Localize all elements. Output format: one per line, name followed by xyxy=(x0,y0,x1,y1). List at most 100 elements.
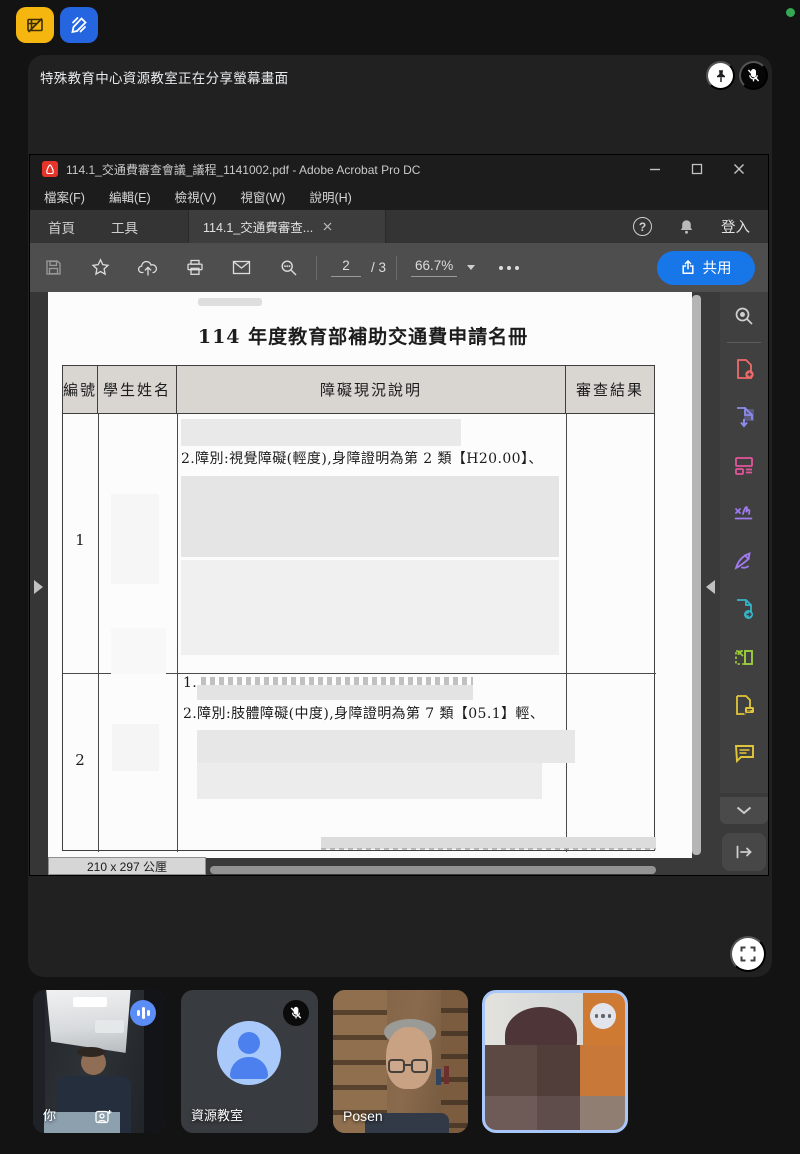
crop-pages-icon[interactable] xyxy=(720,633,768,681)
vertical-scrollbar[interactable] xyxy=(692,295,701,855)
print-icon[interactable] xyxy=(171,243,218,292)
tab-bar: 首頁 工具 114.1_交通費審查... ? 登入 xyxy=(30,210,768,243)
participant-name: 你 xyxy=(43,1105,56,1124)
meet-screen: 特殊教育中心資源教室正在分享螢幕畫面 114.1_交通費審查會議_議程_1141… xyxy=(0,0,800,1154)
screen-share-banner: 特殊教育中心資源教室正在分享螢幕畫面 xyxy=(40,67,288,87)
panel-divider xyxy=(727,342,761,343)
redacted-text xyxy=(111,628,166,674)
maximize-button[interactable] xyxy=(676,156,718,182)
fill-sign-icon[interactable] xyxy=(720,489,768,537)
screen-share-panel: 特殊教育中心資源教室正在分享螢幕畫面 114.1_交通費審查會議_議程_1141… xyxy=(28,55,772,977)
draw-pen-icon[interactable] xyxy=(720,537,768,585)
menu-edit[interactable]: 編輯(E) xyxy=(109,187,151,206)
redacted-text xyxy=(197,730,575,763)
tab-document-label: 114.1_交通費審查... xyxy=(203,217,313,236)
sign-in-button[interactable]: 登入 xyxy=(721,216,750,237)
row2-line1-prefix: 1. xyxy=(183,675,197,691)
collapse-right-panel-icon[interactable] xyxy=(706,580,715,594)
fullscreen-icon xyxy=(740,946,756,962)
col-header-no: 編號 xyxy=(63,366,98,413)
close-button[interactable] xyxy=(718,156,760,182)
col-header-result: 審查結果 xyxy=(566,366,654,413)
row2-number: 2 xyxy=(67,751,93,769)
toolbar-divider xyxy=(316,256,317,280)
page-number-input[interactable]: 2 xyxy=(331,258,361,277)
tab-document[interactable]: 114.1_交通費審查... xyxy=(188,210,386,243)
acrobat-app-icon xyxy=(42,161,58,177)
save-icon[interactable] xyxy=(30,243,77,292)
page-total-label: / 3 xyxy=(371,260,386,275)
row1-number: 1 xyxy=(67,531,93,549)
expand-tools-pane-button[interactable] xyxy=(722,833,766,871)
tab-tools[interactable]: 工具 xyxy=(93,210,156,243)
row1-disability-line: 2.障別:視覺障礙(輕度),身障證明為第 2 類【H20.00】、 xyxy=(181,448,543,468)
document-area: 114 年度教育部補助交通費申請名冊 編號 學生姓名 障礙現況說明 審查結果 xyxy=(30,292,768,875)
window-titlebar[interactable]: 114.1_交通費審查會議_議程_1141002.pdf - Adobe Acr… xyxy=(30,155,768,183)
right-tools-panel xyxy=(720,292,768,793)
annotate-pen-button[interactable] xyxy=(60,7,98,43)
minimize-button[interactable] xyxy=(634,156,676,182)
share-label: 共用 xyxy=(703,257,732,278)
tile-more-options-button[interactable] xyxy=(590,1003,616,1029)
zoom-control[interactable]: 66.7% xyxy=(411,258,475,277)
tab-home[interactable]: 首頁 xyxy=(30,210,93,243)
tab-close-icon[interactable] xyxy=(323,222,332,231)
window-title: 114.1_交通費審查會議_議程_1141002.pdf - Adobe Acr… xyxy=(66,161,420,178)
participant-tile-you[interactable]: 你 xyxy=(33,990,165,1133)
pdf-table: 編號 學生姓名 障礙現況說明 審查結果 1 xyxy=(62,365,655,851)
col-header-desc: 障礙現況說明 xyxy=(177,366,566,413)
page-size-status: 210 x 297 公厘 xyxy=(48,857,206,875)
pdf-doc-title: 114 年度教育部補助交通費申請名冊 xyxy=(48,322,678,349)
redacted-text xyxy=(111,494,159,584)
participant-tile-active-speaker[interactable] xyxy=(482,990,628,1133)
menu-window[interactable]: 視窗(W) xyxy=(240,187,285,206)
avatar xyxy=(217,1021,281,1085)
chevron-down-icon[interactable] xyxy=(467,265,475,270)
participant-tile-resource-room[interactable]: 資源教室 xyxy=(181,990,318,1133)
pen-icon xyxy=(69,15,89,35)
grid-off-icon xyxy=(25,15,45,35)
participant-name: 資源教室 xyxy=(191,1105,243,1124)
request-signatures-icon[interactable] xyxy=(720,681,768,729)
redacted-text xyxy=(112,724,159,771)
cloud-upload-icon[interactable] xyxy=(124,243,171,292)
grid-off-button[interactable] xyxy=(16,7,54,43)
open-left-panel-icon[interactable] xyxy=(34,580,43,594)
partially-covered-text xyxy=(201,677,473,685)
participant-muted-button[interactable] xyxy=(739,61,768,90)
send-file-icon[interactable] xyxy=(720,585,768,633)
more-tools-chevron[interactable] xyxy=(720,797,768,824)
mic-off-icon xyxy=(746,68,761,83)
redacted-text xyxy=(197,685,473,700)
help-button[interactable]: ? xyxy=(633,217,652,236)
menu-help[interactable]: 說明(H) xyxy=(309,187,351,206)
export-pdf-icon[interactable] xyxy=(720,393,768,441)
organize-pages-icon[interactable] xyxy=(720,441,768,489)
table-gridline xyxy=(177,414,178,852)
share-icon xyxy=(681,260,695,275)
table-gridline xyxy=(98,414,99,852)
partially-covered-text xyxy=(321,848,656,850)
zoom-level-value[interactable]: 66.7% xyxy=(411,258,457,277)
more-tools-button[interactable] xyxy=(499,266,519,270)
menu-file[interactable]: 檔案(F) xyxy=(44,187,85,206)
menu-view[interactable]: 檢視(V) xyxy=(175,187,217,206)
row2-disability-line: 2.障別:肢體障礙(中度),身障證明為第 7 類【05.1】輕、 xyxy=(183,703,544,723)
participant-tile-posen[interactable]: Posen xyxy=(333,990,468,1133)
fullscreen-button[interactable] xyxy=(730,936,766,972)
star-icon[interactable] xyxy=(77,243,124,292)
comment-icon[interactable] xyxy=(720,729,768,777)
redacted-text xyxy=(181,419,461,446)
horizontal-scrollbar[interactable] xyxy=(210,866,656,874)
pin-button[interactable] xyxy=(706,61,735,90)
redacted-text xyxy=(181,476,559,557)
toolbar: 2 / 3 66.7% 共用 xyxy=(30,243,768,292)
create-pdf-icon[interactable] xyxy=(720,345,768,393)
self-view-effects-icon[interactable] xyxy=(95,1109,112,1124)
share-button[interactable]: 共用 xyxy=(657,251,755,285)
notifications-bell-icon[interactable] xyxy=(678,218,695,236)
email-icon[interactable] xyxy=(218,243,265,292)
presence-indicator xyxy=(786,8,795,17)
search-icon[interactable] xyxy=(265,243,312,292)
find-icon[interactable] xyxy=(720,292,768,340)
